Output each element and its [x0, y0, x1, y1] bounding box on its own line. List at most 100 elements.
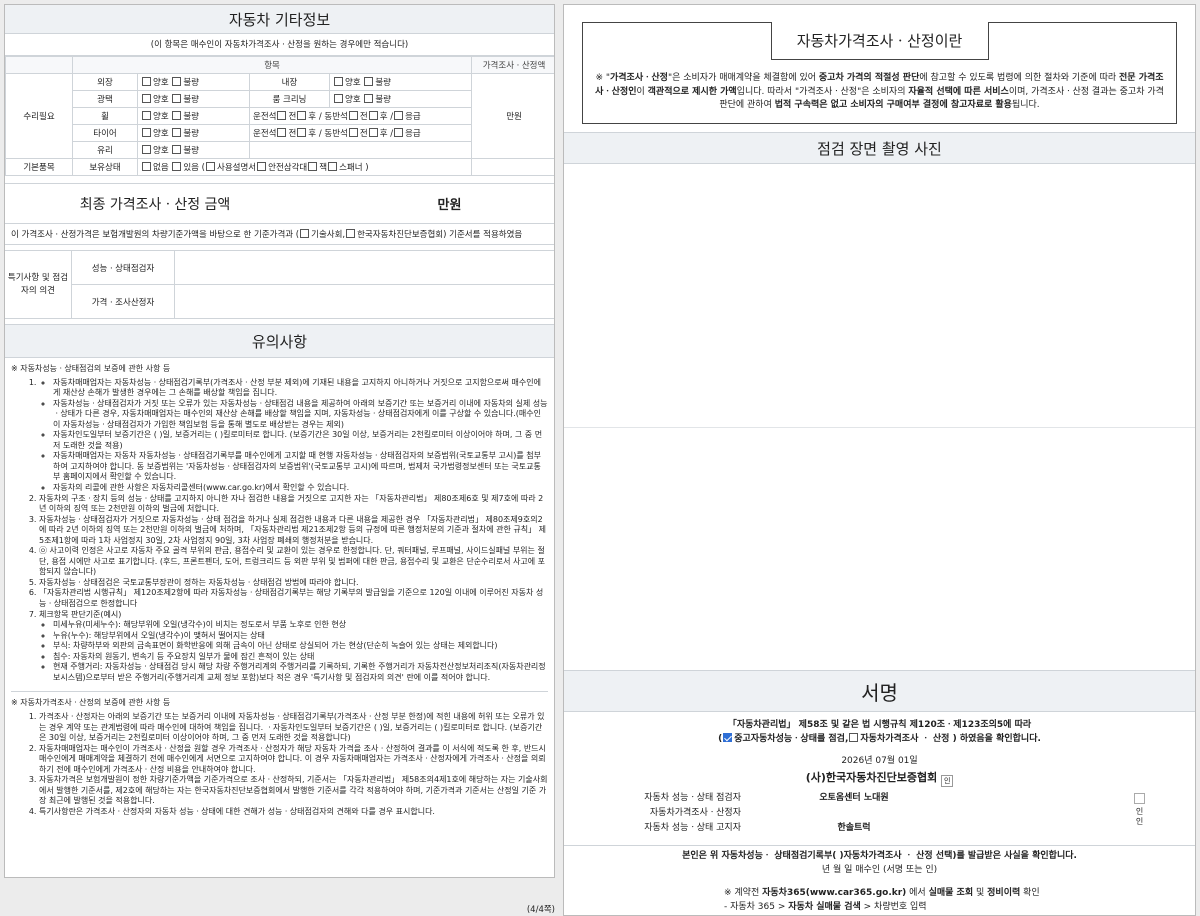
- price-unit: 만원: [471, 73, 554, 159]
- opinion-header: 특기사항 및 점검자의 의견: [5, 251, 72, 318]
- photo-title: 점검 장면 촬영 사진: [564, 131, 1195, 164]
- interior-good-checkbox[interactable]: [334, 77, 343, 86]
- gloss-good-checkbox[interactable]: [142, 94, 151, 103]
- cautions-title: 유의사항: [5, 325, 554, 358]
- item7-bullets: 미세누유(미세누수): 해당부위에 오일(냉각수)이 비치는 정도로서 부품 노…: [39, 620, 548, 683]
- signer-row: 자동차 성능ㆍ상태 고지자 한솔트럭: [644, 822, 871, 833]
- row-room-cleaning: 룸 크리닝: [249, 90, 330, 108]
- confirm-section: 본인은 위 자동차성능ㆍ 상태점검기록부( )자동차가격조사 ㆍ 산정 선택)를…: [564, 844, 1195, 878]
- tire-driver-rear-checkbox[interactable]: [297, 128, 307, 137]
- wheel-good-checkbox[interactable]: [142, 111, 151, 120]
- room-cleaning-options: 양호 불량: [328, 90, 473, 108]
- list-item: 자동차성능ㆍ상태점검자가 거짓 또는 오류가 있는 자동차성능ㆍ상태점검 내용을…: [53, 399, 548, 431]
- association-name: (사)한국자동차진단보증협회: [805, 770, 938, 784]
- intro-box: 자동차가격조사ㆍ산정이란 ※ "가격조사ㆍ산정"은 소비자가 매매계약을 체결함…: [582, 22, 1177, 124]
- list-item: ㉧ 사고이력 인정은 사고로 자동차 주요 골격 부위의 판금, 용접수리 및 …: [39, 546, 548, 578]
- other-info-title: 자동차 기타정보: [5, 5, 554, 34]
- wheel-driver-front-checkbox[interactable]: [277, 111, 287, 120]
- check-performance-checkbox[interactable]: [723, 732, 733, 742]
- cautions-section1-head: ※ 자동차성능ㆍ상태점검의 보증에 관한 사항 등: [11, 364, 171, 373]
- possession-options: 없음 있음 (사용설명서 안전삼각대 잭 스패너 ): [136, 158, 473, 176]
- wheel-emergency-checkbox[interactable]: [394, 111, 404, 120]
- list-item: 자동차의 구조ㆍ장치 등의 성능ㆍ상태를 고지하지 아니한 자나 점검한 내용을…: [39, 494, 548, 515]
- tire-passenger-front-checkbox[interactable]: [348, 128, 358, 137]
- opinion-appraiser-label: 가격ㆍ조사산정자: [72, 285, 175, 318]
- cautions-body: ※ 자동차성능ㆍ상태점검의 보증에 관한 사항 등 자동차매매업자는 자동차성능…: [5, 358, 554, 821]
- glass-bad-checkbox[interactable]: [172, 145, 182, 154]
- room-cleaning-bad-checkbox[interactable]: [364, 94, 374, 103]
- tire-driver-front-checkbox[interactable]: [277, 128, 287, 137]
- repair-label: 수리필요: [5, 73, 73, 159]
- interior-bad-checkbox[interactable]: [364, 77, 374, 86]
- list-item: 자동차의 리콜에 관한 사항은 자동차리콜센터(www.car.go.kr)에서…: [53, 483, 548, 494]
- wheel-options: 양호 불량: [137, 107, 250, 125]
- confirm-line: 본인은 위 자동차성능ㆍ 상태점검기록부( )자동차가격조사 ㆍ 산정 선택)를…: [682, 850, 1077, 861]
- row-gloss: 광택: [72, 90, 138, 108]
- item1-bullets: 자동차매매업자는 자동차성능ㆍ상태점검기록부(가격조사ㆍ산정 부분 제외)에 기…: [39, 378, 548, 494]
- glass-options: 양호 불량: [137, 141, 250, 159]
- list-item: 자동차인도일부터 보증기간은 ( )일, 보증거리는 ( )킬로미터로 합니다.…: [53, 430, 548, 451]
- tire-bad-checkbox[interactable]: [172, 128, 182, 137]
- list-item: 침수: 자동차의 원동기, 변속기 등 주요장치 일부가 물에 잠긴 흔적이 있…: [53, 652, 548, 663]
- other-info-table: 항목 가격조사ㆍ산정액 수리필요 외장 양호 불량 내장 양호 불량 만원 광택…: [5, 56, 554, 176]
- spanner-checkbox[interactable]: [328, 162, 338, 171]
- room-cleaning-good-checkbox[interactable]: [334, 94, 343, 103]
- opinion-section: 특기사항 및 점검자의 의견 성능ㆍ상태점검자 가격ㆍ조사산정자: [5, 251, 554, 319]
- row-tire: 타이어: [72, 124, 138, 142]
- row-interior: 내장: [249, 73, 330, 91]
- list-item: 「자동차관리법 시행규칙」 제120조제2항에 따라 자동차성능ㆍ상태점검기록부…: [39, 588, 548, 609]
- tire-passenger-rear-checkbox[interactable]: [368, 128, 378, 137]
- possession-none-checkbox[interactable]: [142, 162, 151, 171]
- row-exterior: 외장: [72, 73, 138, 91]
- gloss-bad-checkbox[interactable]: [172, 94, 182, 103]
- seal-image-icon: [1134, 792, 1145, 804]
- final-price-label: 최종 가격조사ㆍ산정 금액: [79, 196, 231, 213]
- list-item: 미세누유(미세누수): 해당부위에 오일(냉각수)이 비치는 정도로서 부품 노…: [53, 620, 548, 631]
- cautions-section1-list: 자동차매매업자는 자동차성능ㆍ상태점검기록부(가격조사ㆍ산정 부분 제외)에 기…: [11, 378, 548, 684]
- sign-body: 「자동차관리법」 제58조 및 같은 법 시행규칙 제120조ㆍ제123조의5에…: [564, 712, 1195, 878]
- opinion-inspector-field[interactable]: [175, 251, 554, 284]
- list-item: 특기사항란은 가격조사ㆍ산정자의 자동차 성능ㆍ상태에 대한 견해가 성능ㆍ상태…: [39, 807, 548, 818]
- cautions-section2-head: ※ 자동차가격조사ㆍ산정의 보증에 관한 사항 등: [11, 691, 548, 709]
- triangle-checkbox[interactable]: [257, 162, 267, 171]
- possession-present-checkbox[interactable]: [172, 162, 182, 171]
- manual-checkbox[interactable]: [206, 162, 216, 171]
- tire-options: 양호 불량: [137, 124, 250, 142]
- jack-checkbox[interactable]: [308, 162, 318, 171]
- exterior-bad-checkbox[interactable]: [172, 77, 182, 86]
- right-page: 자동차가격조사ㆍ산정이란 ※ "가격조사ㆍ산정"은 소비자가 매매계약을 체결함…: [563, 4, 1196, 916]
- list-item: 자동차매매업자는 자동차 자동차성능ㆍ상태점검기록부를 매수인에게 고지할 때 …: [53, 451, 548, 483]
- left-page: 자동차 기타정보 (이 항목은 매수인이 자동차가격조사ㆍ산정을 원하는 경우에…: [4, 4, 555, 878]
- wheel-passenger-front-checkbox[interactable]: [348, 111, 358, 120]
- list-item: 자동차가격은 보험개발원이 정한 차량기준가액을 기준가격으로 조사ㆍ산정하되,…: [39, 775, 548, 807]
- cautions-section2-list: 가격조사ㆍ산정자는 아래의 보증기간 또는 보증거리 이내에 자동차성능ㆍ상태점…: [11, 712, 548, 817]
- list-item: 가격조사ㆍ산정자는 아래의 보증기간 또는 보증거리 이내에 자동차성능ㆍ상태점…: [39, 712, 548, 744]
- list-item: 자동차매매업자는 자동차성능ㆍ상태점검기록부(가격조사ㆍ산정 부분 제외)에 기…: [39, 378, 548, 494]
- basis-engineers-checkbox[interactable]: [300, 229, 310, 238]
- check-price-checkbox[interactable]: [849, 732, 859, 742]
- list-item: 자동차성능ㆍ상태점검은 국토교통부장관이 정하는 자동차성능ㆍ상태점검 방법에 …: [39, 578, 548, 589]
- wheel-passenger-rear-checkbox[interactable]: [368, 111, 378, 120]
- list-item: 현재 주행거리: 자동차성능ㆍ상태점검 당시 해당 차량 주행거리계의 주행거리…: [53, 662, 548, 683]
- basis-association-checkbox[interactable]: [346, 229, 356, 238]
- list-item: 체크항목 판단기준(예시) 미세누유(미세누수): 해당부위에 오일(냉각수)이…: [39, 610, 548, 684]
- interior-options: 양호 불량: [328, 73, 473, 91]
- wheel-positions: 운전석 전 후 / 동반석 전 후 / 응급: [248, 107, 473, 125]
- signer-row: 자동차 성능ㆍ상태 점검자 오토옴센터 노대원: [644, 792, 889, 803]
- tire-good-checkbox[interactable]: [142, 128, 151, 137]
- page-number: (4/4쪽): [526, 905, 555, 915]
- row-possession: 보유상태: [72, 158, 138, 176]
- glass-good-checkbox[interactable]: [142, 145, 151, 154]
- header-item: 항목: [71, 56, 473, 74]
- row-wheel: 휠: [72, 107, 138, 125]
- exterior-options: 양호 불량: [137, 73, 250, 91]
- wheel-bad-checkbox[interactable]: [172, 111, 182, 120]
- list-item: 자동차성능ㆍ상태점검자가 거짓으로 자동차성능ㆍ상태 점검을 하거나 실제 점검…: [39, 515, 548, 547]
- header-price: 가격조사ㆍ산정액: [471, 56, 554, 74]
- tire-emergency-checkbox[interactable]: [394, 128, 404, 137]
- wheel-driver-rear-checkbox[interactable]: [297, 111, 307, 120]
- opinion-appraiser-field[interactable]: [175, 285, 554, 318]
- opinion-inspector-label: 성능ㆍ상태점검자: [72, 251, 175, 284]
- footnotes: ※ 계약전 자동차365(www.car365.go.kr) 에서 실매물 조회…: [724, 888, 1040, 912]
- exterior-good-checkbox[interactable]: [142, 77, 151, 86]
